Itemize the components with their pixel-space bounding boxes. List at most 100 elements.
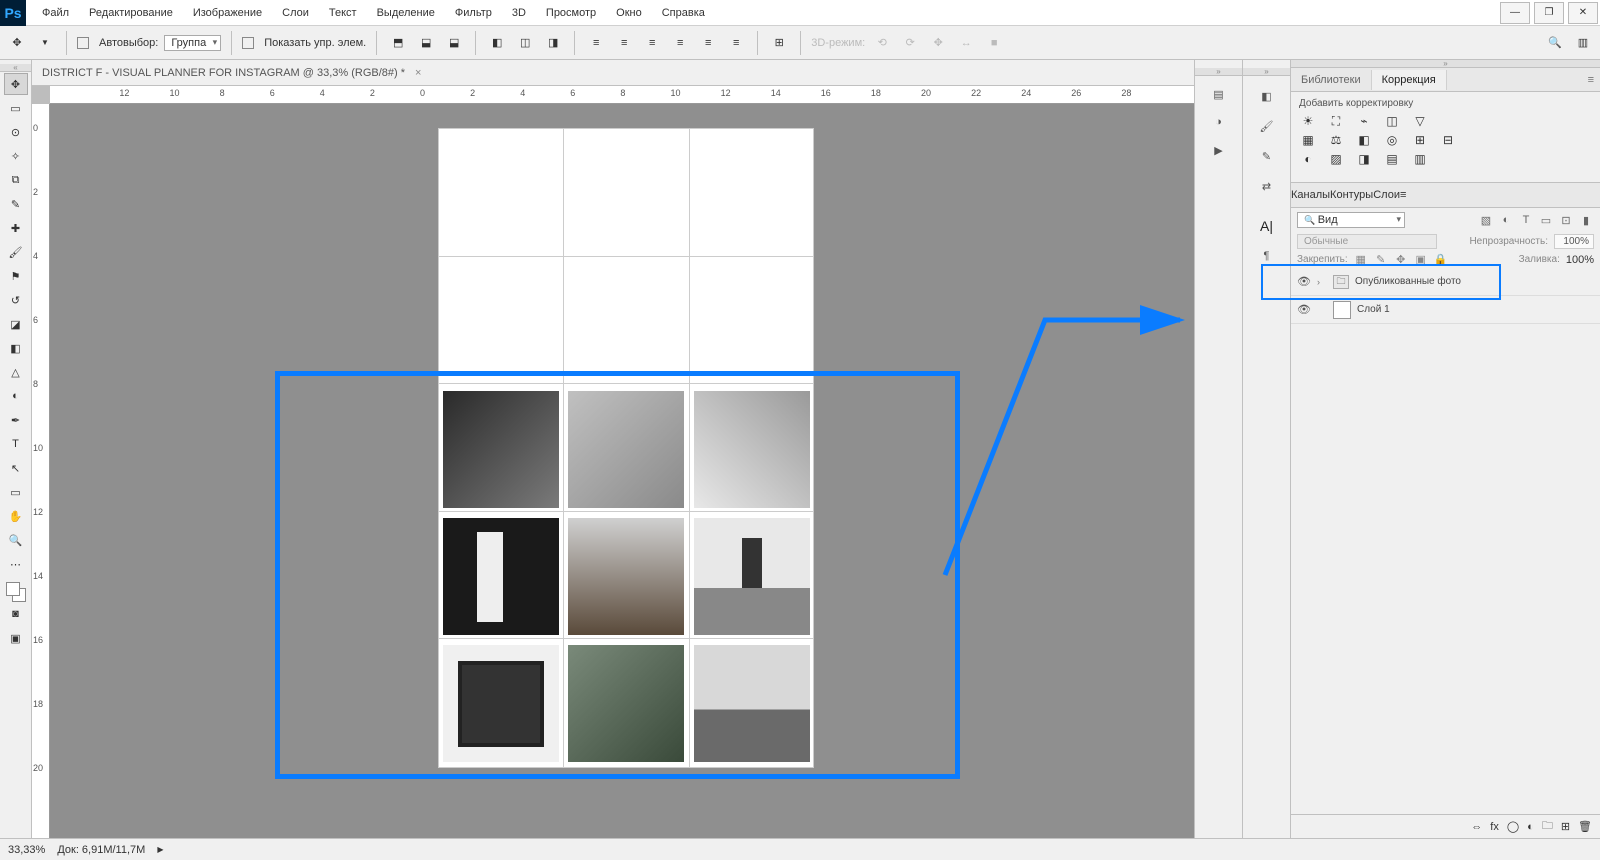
marquee-tool[interactable]: ▭ [4,97,28,119]
layer-mask-icon[interactable]: ◯ [1507,820,1519,833]
menu-3d[interactable]: 3D [502,3,536,23]
adj-selectivecolor-icon[interactable]: ▥ [1411,151,1429,167]
tool-preset-dropdown[interactable]: ▼ [34,32,56,54]
adj-posterize-icon[interactable]: ▨ [1327,151,1345,167]
filter-toggle-icon[interactable]: ▮ [1578,213,1594,227]
distribute-left-icon[interactable]: ≡ [669,32,691,54]
actions-panel-icon[interactable]: ▶ [1207,140,1231,160]
menu-view[interactable]: Просмотр [536,3,606,23]
align-right-icon[interactable]: ◨ [542,32,564,54]
hand-tool[interactable]: ✋ [4,505,28,527]
filter-smart-icon[interactable]: ⊡ [1558,213,1574,227]
correction-tab[interactable]: Коррекция [1372,70,1447,90]
correction-menu-icon[interactable]: ≡ [1582,74,1600,86]
adjust-panel-icon[interactable]: ⇄ [1255,176,1279,196]
lock-brush-icon[interactable]: ✎ [1374,253,1388,266]
autoalign-icon[interactable]: ⊞ [768,32,790,54]
layer1-visibility-icon[interactable]: 👁 [1297,303,1311,316]
healingbrush-tool[interactable]: ✚ [4,217,28,239]
lock-move-icon[interactable]: ✥ [1394,253,1408,266]
delete-layer-icon[interactable]: 🗑 [1578,820,1592,833]
lock-artboard-icon[interactable]: ▣ [1414,253,1428,266]
layer-group-published[interactable]: 👁 › 🗀 Опубликованные фото [1291,268,1600,296]
historybrush-tool[interactable]: ↺ [4,289,28,311]
adj-exposure-icon[interactable]: ◫ [1383,113,1401,129]
layers-tab[interactable]: Слои [1373,189,1400,201]
editbar-tool[interactable]: ⋯ [4,553,28,575]
document-tab[interactable]: DISTRICT F - VISUAL PLANNER FOR INSTAGRA… [32,60,1194,86]
showcontrols-checkbox[interactable] [242,37,254,49]
filter-type-icon[interactable]: T [1518,213,1534,227]
adj-curves-icon[interactable]: ⌁ [1355,113,1373,129]
canvas[interactable] [50,104,1194,838]
layer-kind-select[interactable]: 🔍 Вид [1297,212,1405,228]
menu-help[interactable]: Справка [652,3,715,23]
workspace-icon[interactable]: ▥ [1572,32,1594,54]
layer-1[interactable]: 👁 Слой 1 [1291,296,1600,324]
adj-bw-icon[interactable]: ◧ [1355,132,1373,148]
gradient-tool[interactable]: ◧ [4,337,28,359]
eyedropper-tool[interactable]: ✎ [4,193,28,215]
filter-adjust-icon[interactable]: ◐ [1498,213,1514,227]
link-layers-icon[interactable]: ⇔ [1471,821,1482,833]
menu-file[interactable]: Файл [32,3,79,23]
type-tool[interactable]: T [4,433,28,455]
distribute-vcenter-icon[interactable]: ≡ [613,32,635,54]
adj-threshold-icon[interactable]: ◨ [1355,151,1373,167]
lasso-tool[interactable]: ⊙ [4,121,28,143]
quickmask-tool[interactable]: ◙ [4,603,28,625]
channels-tab[interactable]: Каналы [1291,189,1330,201]
layer-expand-icon[interactable]: › [1317,277,1327,287]
adj-vibrance-icon[interactable]: ▽ [1411,113,1429,129]
libraries-tab[interactable]: Библиотеки [1291,70,1372,90]
new-layer-icon[interactable]: ⊞ [1561,820,1570,833]
menu-image[interactable]: Изображение [183,3,272,23]
blur-tool[interactable]: △ [4,361,28,383]
autoselect-select[interactable]: Группа [164,35,221,51]
crop-tool[interactable]: ⧉ [4,169,28,191]
adj-colorlookup-icon[interactable]: ⊟ [1439,132,1457,148]
paths-tab[interactable]: Контуры [1330,189,1373,201]
autoselect-checkbox[interactable] [77,37,89,49]
panel1-collapse[interactable]: » [1195,68,1242,76]
doc-size[interactable]: Док: 6,91M/11,7M [57,844,145,856]
history-panel-icon[interactable]: ▤ [1207,84,1231,104]
menu-window[interactable]: Окно [606,3,652,23]
distribute-hcenter-icon[interactable]: ≡ [697,32,719,54]
document-close-icon[interactable]: × [415,67,421,79]
properties-panel-icon[interactable]: ◑ [1207,112,1231,132]
adj-invert-icon[interactable]: ◐ [1299,151,1317,167]
lock-transparent-icon[interactable]: ▦ [1354,253,1368,266]
screenmode-tool[interactable]: ▣ [4,627,28,649]
color-panel-icon[interactable]: ◧ [1255,86,1279,106]
new-group-icon[interactable]: 🗀 [1542,817,1553,836]
adj-brightness-icon[interactable]: ☀ [1299,113,1317,129]
adj-levels-icon[interactable]: ⛶ [1327,113,1345,129]
move-tool[interactable]: ✥ [4,73,28,95]
close-button[interactable]: ✕ [1568,2,1598,24]
tool-preset-icon[interactable]: ✥ [6,32,28,54]
right-collapse[interactable]: » [1291,60,1600,68]
lock-all-icon[interactable]: 🔒 [1434,253,1448,266]
menu-edit[interactable]: Редактирование [79,3,183,23]
distribute-bottom-icon[interactable]: ≡ [641,32,663,54]
panel2-collapse[interactable]: » [1243,68,1290,76]
toolbox-collapse[interactable]: « [0,64,31,72]
menu-select[interactable]: Выделение [367,3,445,23]
align-hcenter-icon[interactable]: ◫ [514,32,536,54]
brushpreset-panel-icon[interactable]: ✎ [1255,146,1279,166]
zoom-level[interactable]: 33,33% [8,844,45,856]
fill-value[interactable]: 100% [1566,254,1594,266]
adj-gradientmap-icon[interactable]: ▤ [1383,151,1401,167]
filter-pixel-icon[interactable]: ▧ [1478,213,1494,227]
pathselect-tool[interactable]: ↖ [4,457,28,479]
menu-layers[interactable]: Слои [272,3,319,23]
layer-visibility-icon[interactable]: 👁 [1297,275,1311,288]
brush-tool[interactable]: 🖌 [4,241,28,263]
maximize-button[interactable]: ❐ [1534,2,1564,24]
adj-channelmix-icon[interactable]: ⊞ [1411,132,1429,148]
paragraph-panel-icon[interactable]: ¶ [1255,246,1279,266]
adj-photofilter-icon[interactable]: ◎ [1383,132,1401,148]
filter-shape-icon[interactable]: ▭ [1538,213,1554,227]
layer-style-icon[interactable]: fx [1490,821,1499,833]
